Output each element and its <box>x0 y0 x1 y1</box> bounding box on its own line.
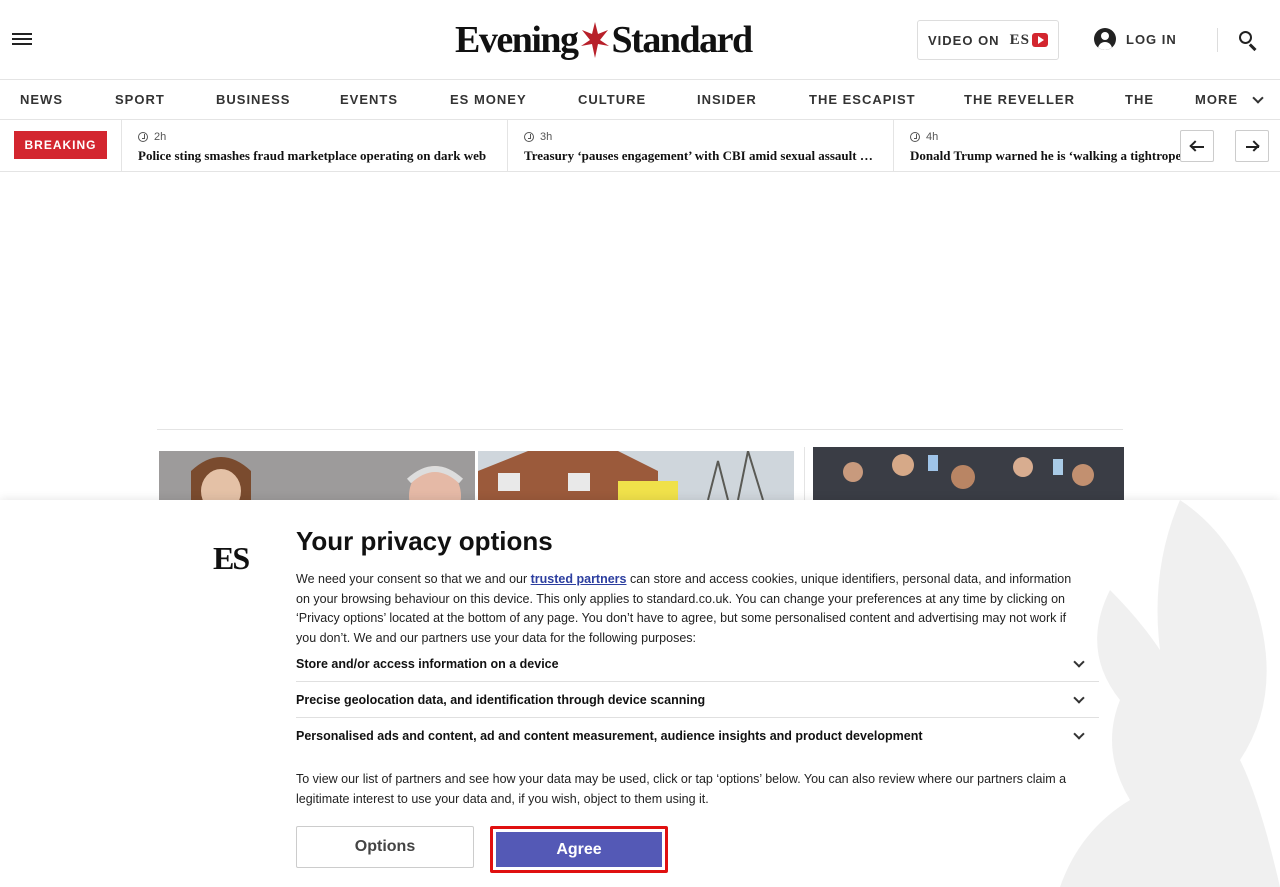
purpose-label: Personalised ads and content, ad and con… <box>296 729 923 743</box>
clock-icon <box>910 132 920 142</box>
agree-button[interactable]: Agree <box>496 832 662 867</box>
nav-item-the-escapist[interactable]: THE ESCAPIST <box>809 92 916 107</box>
breaking-item-time: 3h <box>540 131 553 143</box>
purpose-label: Store and/or access information on a dev… <box>296 656 559 671</box>
ticker-next-button[interactable] <box>1235 130 1269 162</box>
nav-item-sport[interactable]: SPORT <box>115 92 165 107</box>
login-button[interactable]: LOG IN <box>1094 28 1177 50</box>
purpose-accordion-item[interactable]: Store and/or access information on a dev… <box>296 646 1099 682</box>
hamburger-menu-icon[interactable] <box>12 30 32 50</box>
purpose-label: Precise geolocation data, and identifica… <box>296 692 706 707</box>
nav-item-insider[interactable]: INSIDER <box>697 92 757 107</box>
chevron-down-icon <box>1073 655 1085 668</box>
nav-item-news[interactable]: NEWS <box>20 92 63 107</box>
chevron-down-icon <box>1073 691 1085 704</box>
privacy-description: We need your consent so that we and our … <box>296 572 1072 645</box>
logo-griffin-icon <box>580 22 609 58</box>
clock-icon <box>138 132 148 142</box>
nav-item-the-reveller[interactable]: THE REVELLER <box>964 92 1075 107</box>
privacy-title: Your privacy options <box>296 526 553 556</box>
trusted-partners-link[interactable]: trusted partners <box>531 572 627 586</box>
nav-item-es-money[interactable]: ES MONEY <box>450 92 527 107</box>
chevron-down-icon <box>1073 728 1085 740</box>
chevron-down-icon <box>1252 91 1264 104</box>
breaking-item-time: 4h <box>926 131 939 143</box>
es-logo: ES <box>213 540 250 576</box>
breaking-badge: BREAKING <box>14 131 107 159</box>
logo-text-evening: Evening <box>455 19 579 61</box>
clock-icon <box>524 132 534 142</box>
search-icon[interactable] <box>1238 30 1258 51</box>
article-thumbnail-image[interactable] <box>813 447 1124 500</box>
site-logo[interactable]: Evening Standard <box>455 16 785 64</box>
arrow-left-icon <box>1189 140 1201 152</box>
user-account-icon <box>1094 28 1116 50</box>
breaking-item[interactable]: 2h Police sting smashes fraud marketplac… <box>138 130 490 164</box>
article-thumbnail-image[interactable] <box>478 451 794 500</box>
logo-text-standard: Standard <box>611 19 754 61</box>
breaking-news-ticker: BREAKING 2h Police sting smashes fraud m… <box>0 120 1280 172</box>
column-divider <box>804 447 805 500</box>
purpose-accordion-item[interactable]: Personalised ads and content, ad and con… <box>296 718 1099 754</box>
nav-item-truncated[interactable]: THE <box>1125 92 1154 107</box>
play-icon <box>1031 33 1048 47</box>
arrow-right-icon <box>1248 140 1260 152</box>
privacy-consent-modal: ES Your privacy options We need your con… <box>0 500 1280 887</box>
agree-button-highlight: Agree <box>490 826 668 873</box>
nav-item-events[interactable]: EVENTS <box>340 92 398 107</box>
nav-more-button[interactable]: MORE <box>1180 80 1280 119</box>
breaking-item-title: Police sting smashes fraud marketplace o… <box>138 148 487 163</box>
site-header: Evening Standard VIDEO ON ES LOG IN <box>0 0 1280 80</box>
purpose-accordion-item[interactable]: Precise geolocation data, and identifica… <box>296 682 1099 718</box>
article-thumbnail-image[interactable] <box>159 451 475 500</box>
content-divider <box>157 429 1123 430</box>
main-navigation: NEWS SPORT BUSINESS EVENTS ES MONEY CULT… <box>0 80 1280 120</box>
video-label: VIDEO ON <box>928 32 1000 48</box>
es-video-brand: ES <box>1010 32 1048 49</box>
ticker-divider <box>507 120 508 171</box>
partners-note: To view our list of partners and see how… <box>296 772 1067 806</box>
ticker-prev-button[interactable] <box>1180 130 1214 162</box>
breaking-item-time: 2h <box>154 131 167 143</box>
options-button[interactable]: Options <box>296 826 474 868</box>
ticker-divider <box>121 120 122 171</box>
header-divider <box>1217 28 1218 52</box>
breaking-item[interactable]: 3h Treasury ‘pauses engagement’ with CBI… <box>524 130 876 164</box>
nav-item-business[interactable]: BUSINESS <box>216 92 290 107</box>
login-label: LOG IN <box>1126 31 1177 47</box>
video-on-es-button[interactable]: VIDEO ON ES <box>917 20 1059 60</box>
ticker-divider <box>893 120 894 171</box>
nav-item-culture[interactable]: CULTURE <box>578 92 646 107</box>
nav-more-label: MORE <box>1195 92 1238 107</box>
breaking-item-title: Treasury ‘pauses engagement’ with CBI am… <box>524 148 876 163</box>
